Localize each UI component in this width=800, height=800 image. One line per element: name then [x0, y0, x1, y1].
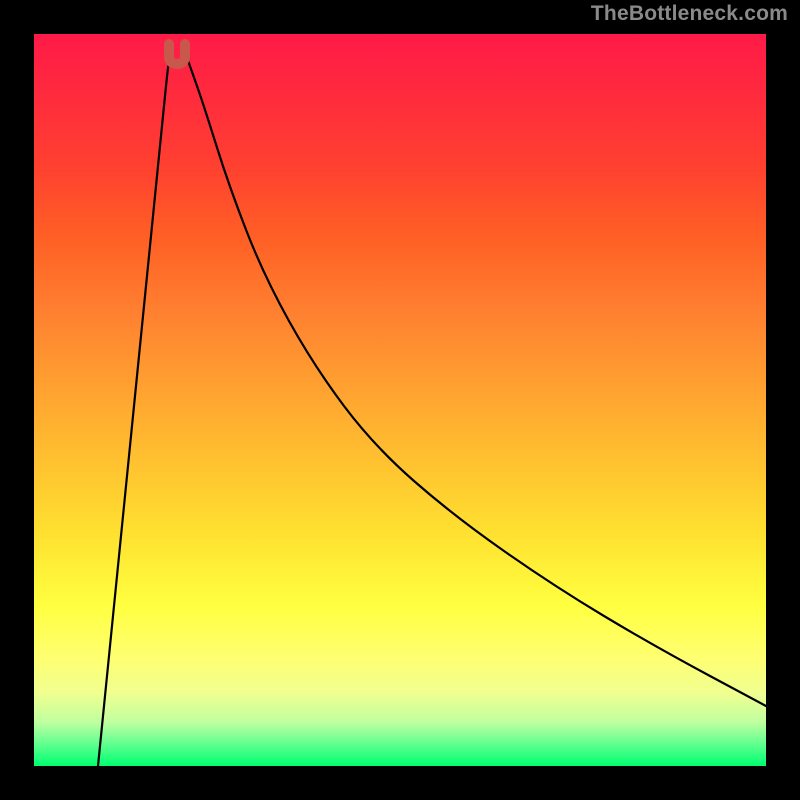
marker-layer: [34, 34, 766, 766]
chart-frame: TheBottleneck.com: [0, 0, 800, 800]
valley-marker: [169, 44, 185, 64]
watermark-text: TheBottleneck.com: [591, 2, 788, 26]
chart-plot-area: [34, 34, 766, 766]
